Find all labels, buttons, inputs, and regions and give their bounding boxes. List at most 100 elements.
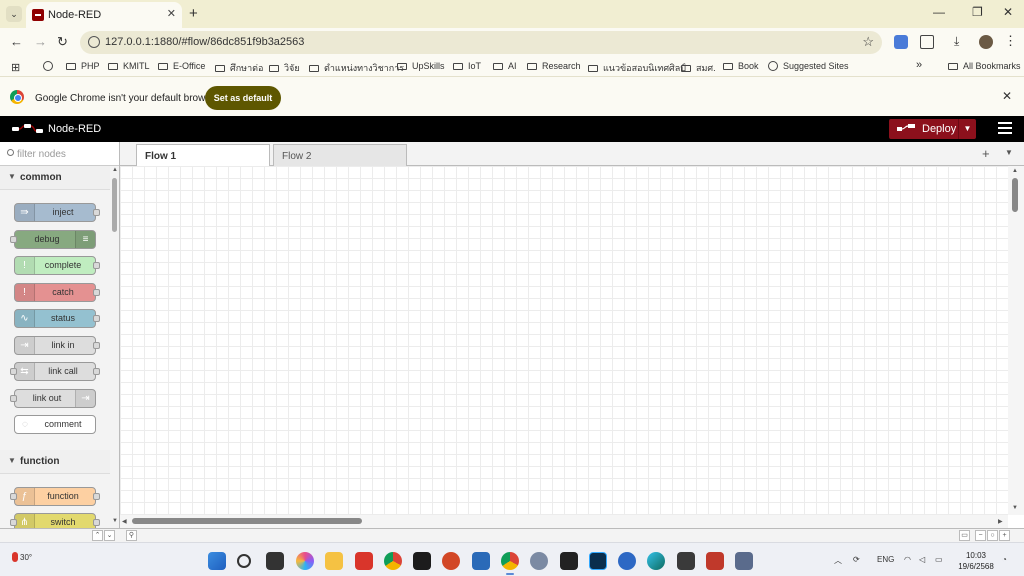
bookmark-item[interactable]: Book xyxy=(723,61,759,71)
minimize-window-icon[interactable]: — xyxy=(933,5,945,19)
palette-node-link-call[interactable]: ⇆ link call xyxy=(10,362,100,381)
bookmark-item[interactable]: UpSkills xyxy=(397,61,445,71)
zoom-in-icon[interactable]: + xyxy=(999,530,1010,541)
navigator-map-icon[interactable]: ▭ xyxy=(959,530,970,541)
battery-icon[interactable]: ▭ xyxy=(935,555,943,564)
palette-category-function[interactable]: ▼ function xyxy=(0,449,110,474)
reload-icon[interactable]: ↻ xyxy=(57,34,68,50)
bookmark-item[interactable]: วิจัย xyxy=(269,61,300,75)
network-app-icon[interactable] xyxy=(735,552,753,570)
photoshop-icon[interactable] xyxy=(589,552,607,570)
bookmark-item[interactable]: Suggested Sites xyxy=(768,61,849,71)
palette-node-debug[interactable]: ≡ debug xyxy=(10,229,96,249)
apps-grid-icon[interactable]: ⊞ xyxy=(11,61,20,74)
bookmark-item[interactable]: Research xyxy=(527,61,581,71)
tab-flow-1[interactable]: Flow 1 xyxy=(136,144,270,167)
bookmark-item[interactable]: ศึกษาต่อ xyxy=(215,61,263,75)
copilot-icon[interactable] xyxy=(296,552,314,570)
palette-node-complete[interactable]: ! complete xyxy=(14,256,100,275)
volume-icon[interactable]: ◁ xyxy=(919,555,925,564)
chrome-icon[interactable] xyxy=(384,552,402,570)
translate-extension-icon[interactable] xyxy=(894,35,908,49)
settings-gear-icon[interactable] xyxy=(530,552,548,570)
extensions-icon[interactable] xyxy=(920,35,934,49)
notifications-icon[interactable]: ◔ xyxy=(1002,555,1007,564)
add-flow-icon[interactable]: + xyxy=(982,146,990,161)
bookmark-star-icon[interactable]: ☆ xyxy=(862,34,874,50)
bookmark-item[interactable]: AI xyxy=(493,61,517,71)
bookmark-item[interactable]: KMITL xyxy=(108,61,150,71)
scroll-right-icon[interactable]: ▶ xyxy=(998,518,1003,525)
new-tab-button[interactable]: + xyxy=(189,5,198,22)
flow-list-chevron-icon[interactable]: ▼ xyxy=(1005,148,1013,157)
palette-category-common[interactable]: ▼ common xyxy=(0,166,110,190)
scroll-left-icon[interactable]: ◀ xyxy=(122,518,127,525)
search-icon[interactable] xyxy=(237,554,251,568)
deploy-button[interactable]: Deploy ▼ xyxy=(889,119,976,139)
weather-widget[interactable]: 30° xyxy=(12,552,32,562)
scroll-up-icon[interactable]: ▲ xyxy=(112,167,118,173)
canvas-vertical-scrollbar[interactable]: ▲ ▼ xyxy=(1008,166,1024,515)
system-clock[interactable]: 10:03 19/6/2568 xyxy=(956,550,996,572)
edge-icon[interactable] xyxy=(647,552,665,570)
url-text[interactable]: 127.0.0.1:1880/#flow/86dc851f9b3a2563 xyxy=(105,36,304,48)
close-window-icon[interactable]: ✕ xyxy=(1003,5,1013,19)
restore-window-icon[interactable]: ❐ xyxy=(972,5,983,19)
bookmark-item[interactable]: PHP xyxy=(66,61,100,71)
bookmark-item[interactable]: ตำแหน่งทางวิชาการ xyxy=(309,61,404,75)
tab-search-button[interactable]: ⌄ xyxy=(6,6,22,22)
bookmark-item[interactable]: สมศ. xyxy=(681,61,716,75)
palette-node-switch[interactable]: ⋔ switch xyxy=(10,513,100,528)
back-icon[interactable]: ← xyxy=(10,34,23,49)
acrobat-icon[interactable] xyxy=(355,552,373,570)
site-info-icon[interactable] xyxy=(88,36,100,48)
scroll-up-icon[interactable]: ▲ xyxy=(1012,168,1018,174)
main-menu-icon[interactable] xyxy=(998,122,1012,136)
all-bookmarks[interactable]: All Bookmarks xyxy=(948,61,1021,71)
palette-node-status[interactable]: ∿ status xyxy=(14,309,100,328)
canvas-horizontal-scrollbar[interactable]: ◀ ▶ xyxy=(120,515,1008,528)
bookmark-globe[interactable] xyxy=(43,61,58,71)
browser-tab[interactable]: Node-RED ✕ xyxy=(26,2,182,28)
address-bar[interactable]: 127.0.0.1:1880/#flow/86dc851f9b3a2563 ☆ xyxy=(80,31,882,54)
task-view-icon[interactable] xyxy=(266,552,284,570)
palette-node-function[interactable]: ƒ function xyxy=(10,486,100,506)
palette-node-catch[interactable]: ! catch xyxy=(14,282,100,302)
search-flows-icon[interactable]: ⚲ xyxy=(126,530,137,541)
palette-node-link-in[interactable]: ⇥ link in xyxy=(14,335,100,355)
bookmark-item[interactable]: E-Office xyxy=(158,61,205,71)
profile-avatar[interactable] xyxy=(979,35,993,49)
deploy-options-chevron-icon[interactable]: ▼ xyxy=(958,119,976,139)
filter-nodes-input[interactable] xyxy=(17,146,115,162)
wifi-icon[interactable]: ◠ xyxy=(904,555,911,564)
virtualbox-icon[interactable] xyxy=(472,552,490,570)
sync-icon[interactable]: ⟳ xyxy=(853,555,860,564)
palette-node-comment[interactable]: ◌ comment xyxy=(14,415,96,434)
close-tab-icon[interactable]: ✕ xyxy=(167,7,176,20)
palette-node-link-out[interactable]: ⇥ link out xyxy=(10,388,96,408)
palette-scroll-thumb[interactable] xyxy=(112,178,117,232)
canvas-vertical-thumb[interactable] xyxy=(1012,178,1018,212)
browser-menu-icon[interactable]: ⋮ xyxy=(1004,33,1018,48)
app-icon[interactable] xyxy=(413,552,431,570)
powerpoint-icon[interactable] xyxy=(442,552,460,570)
language-indicator[interactable]: ENG xyxy=(877,555,894,564)
tab-flow-2[interactable]: Flow 2 xyxy=(273,144,407,166)
canvas-horizontal-thumb[interactable] xyxy=(132,518,362,524)
windows-start-icon[interactable] xyxy=(208,552,226,570)
bookmark-item[interactable]: IoT xyxy=(453,61,481,71)
file-explorer-icon[interactable] xyxy=(325,552,343,570)
download-icon[interactable]: ⤓ xyxy=(954,34,968,48)
collapse-all-icon[interactable]: ⌃ xyxy=(92,530,103,541)
zoom-out-icon[interactable]: − xyxy=(975,530,986,541)
close-infobar-icon[interactable]: ✕ xyxy=(1002,89,1012,103)
chrome-active-icon[interactable] xyxy=(501,552,519,575)
scroll-down-icon[interactable]: ▼ xyxy=(112,518,118,524)
set-as-default-button[interactable]: Set as default xyxy=(205,86,281,110)
app-icon[interactable] xyxy=(706,552,724,570)
bookmarks-overflow-icon[interactable]: » xyxy=(916,59,922,71)
scroll-down-icon[interactable]: ▼ xyxy=(1012,505,1018,511)
zoom-app-icon[interactable] xyxy=(618,552,636,570)
expand-all-icon[interactable]: ⌄ xyxy=(104,530,115,541)
show-hidden-icons-icon[interactable]: ︿ xyxy=(834,555,842,566)
